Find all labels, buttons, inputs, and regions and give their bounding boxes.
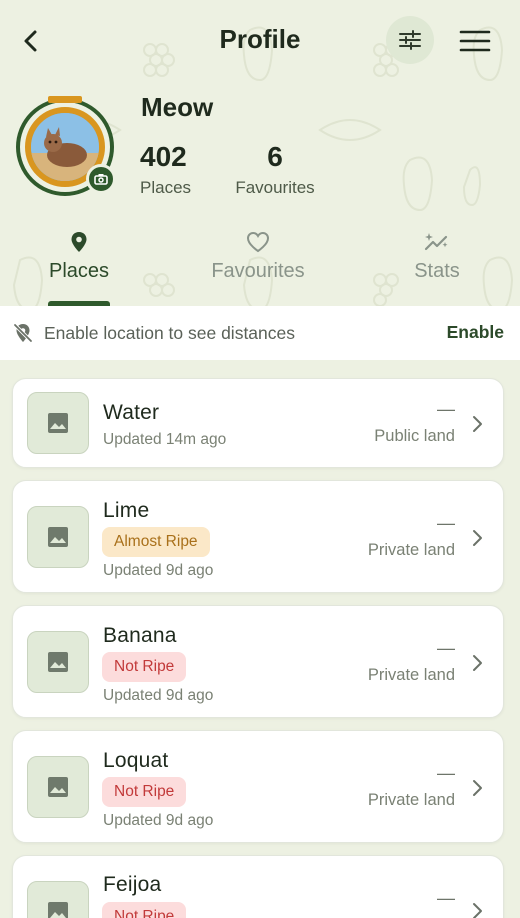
place-updated: Updated 9d ago <box>103 562 214 579</box>
place-thumbnail <box>27 506 89 568</box>
image-placeholder-icon <box>48 652 68 672</box>
place-distance: — <box>437 513 455 533</box>
location-banner-text: Enable location to see distances <box>44 323 295 343</box>
tab-places[interactable]: Places <box>9 230 149 283</box>
tab-stats-label: Stats <box>414 260 460 282</box>
image-placeholder-icon <box>48 413 68 433</box>
profile-name: Meow <box>141 92 214 122</box>
trend-sparkle-icon <box>424 233 448 251</box>
page-title: Profile <box>219 24 301 54</box>
image-placeholder-icon <box>48 527 68 547</box>
places-count: 402 <box>140 141 187 172</box>
place-card-water[interactable]: Water Updated 14m ago — Public land <box>12 378 504 468</box>
ripeness-badge: Not Ripe <box>102 777 187 807</box>
ripeness-badge: Not Ripe <box>102 902 187 918</box>
place-thumbnail <box>27 881 89 918</box>
favourites-count: 6 <box>267 141 283 172</box>
chevron-right-icon <box>473 530 482 546</box>
chevron-right-icon <box>473 416 482 432</box>
place-card-lime[interactable]: Lime Almost Ripe Updated 9d ago — Privat… <box>12 480 504 593</box>
place-land-type: Private land <box>367 541 455 559</box>
place-card-feijoa[interactable]: Feijoa Not Ripe — <box>12 855 504 918</box>
place-updated: Updated 9d ago <box>103 687 214 704</box>
chevron-right-icon <box>473 780 482 796</box>
location-banner: Enable location to see distances Enable <box>0 306 520 360</box>
places-stat-label: Places <box>140 178 192 197</box>
place-thumbnail <box>27 756 89 818</box>
chevron-right-icon <box>473 655 482 671</box>
tab-places-label: Places <box>48 260 110 282</box>
place-land-type: Private land <box>367 666 455 684</box>
place-name: Loquat <box>103 749 169 772</box>
places-stat: 402 Places <box>140 140 198 198</box>
enable-location-button[interactable]: Enable <box>447 322 504 343</box>
place-distance: — <box>437 888 455 908</box>
ripeness-badge: Almost Ripe <box>102 527 210 557</box>
place-name: Banana <box>103 624 177 647</box>
place-name: Lime <box>103 499 150 522</box>
location-off-icon <box>13 323 33 343</box>
tab-stats[interactable]: Stats <box>367 230 507 283</box>
menu-button[interactable] <box>456 26 494 56</box>
image-placeholder-icon <box>48 777 68 797</box>
hamburger-menu-icon <box>459 30 491 52</box>
tab-favourites-label: Favourites <box>211 260 305 282</box>
image-placeholder-icon <box>48 902 68 918</box>
place-distance: — <box>437 638 455 658</box>
favourites-stat: 6 Favourites <box>230 140 320 198</box>
tab-favourites[interactable]: Favourites <box>188 230 328 283</box>
chevron-right-icon <box>473 903 482 918</box>
favourites-stat-label: Favourites <box>235 178 315 197</box>
change-photo-button[interactable] <box>86 164 116 194</box>
place-name: Water <box>103 401 160 424</box>
avatar-hanger <box>48 96 82 103</box>
place-distance: — <box>437 763 455 783</box>
map-pin-icon <box>71 232 87 252</box>
place-land-type: Private land <box>367 791 455 809</box>
place-land-type: Public land <box>374 427 455 445</box>
profile-avatar[interactable] <box>16 96 116 196</box>
ripeness-badge: Not Ripe <box>102 652 187 682</box>
heart-icon <box>246 231 270 253</box>
filter-button[interactable] <box>386 16 434 64</box>
place-name: Feijoa <box>103 873 162 896</box>
profile-screen: Profile Meow 402 Places 6 Favourites Pla… <box>0 0 520 918</box>
place-thumbnail <box>27 631 89 693</box>
app-header: Profile <box>0 0 520 82</box>
place-thumbnail <box>27 392 89 454</box>
sliders-icon <box>399 30 421 50</box>
place-distance: — <box>437 399 455 419</box>
place-card-banana[interactable]: Banana Not Ripe Updated 9d ago — Private… <box>12 605 504 718</box>
place-card-loquat[interactable]: Loquat Not Ripe Updated 9d ago — Private… <box>12 730 504 843</box>
place-updated: Updated 9d ago <box>103 812 214 829</box>
camera-icon <box>94 174 108 185</box>
place-updated: Updated 14m ago <box>103 431 227 448</box>
